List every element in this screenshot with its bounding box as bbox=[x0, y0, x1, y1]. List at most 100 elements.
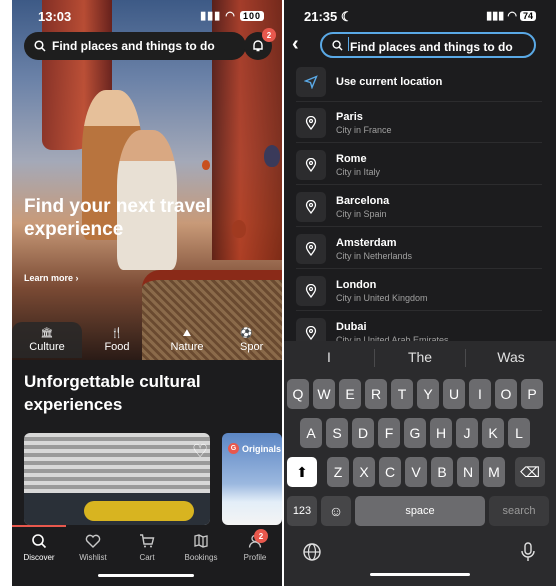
experience-card[interactable]: G Originals bbox=[222, 433, 282, 525]
key-w[interactable]: W bbox=[313, 379, 335, 409]
tab-label: Profile bbox=[243, 553, 267, 562]
key-i[interactable]: I bbox=[469, 379, 491, 409]
tab-label: Cart bbox=[139, 553, 155, 562]
key-j[interactable]: J bbox=[456, 418, 478, 448]
home-indicator bbox=[98, 574, 194, 577]
location-item-barcelona[interactable]: Barcelona City in Spain bbox=[296, 187, 542, 227]
cart-icon bbox=[140, 534, 155, 548]
category-label: Spor bbox=[240, 340, 264, 353]
key-a[interactable]: A bbox=[300, 418, 322, 448]
originals-logo: G bbox=[228, 443, 239, 454]
key-x[interactable]: X bbox=[353, 457, 375, 487]
tab-label: Wishlist bbox=[79, 553, 107, 562]
suggestion[interactable]: Was bbox=[466, 349, 556, 369]
back-button[interactable]: ‹ bbox=[292, 33, 312, 56]
emoji-key[interactable]: ☺ bbox=[321, 496, 351, 526]
learn-more-label: Learn more bbox=[24, 273, 74, 283]
microphone-icon[interactable] bbox=[520, 542, 536, 567]
location-sub: City in Spain bbox=[336, 208, 387, 219]
use-current-location[interactable]: Use current location bbox=[296, 62, 542, 102]
location-arrow-icon bbox=[296, 66, 326, 97]
key-s[interactable]: S bbox=[326, 418, 348, 448]
profile-badge: 2 bbox=[254, 529, 268, 543]
tab-bookings[interactable]: Bookings bbox=[174, 527, 228, 586]
key-z[interactable]: Z bbox=[327, 457, 349, 487]
map-pin-icon bbox=[296, 275, 326, 306]
key-n[interactable]: N bbox=[457, 457, 479, 487]
tab-cart[interactable]: Cart bbox=[120, 527, 174, 586]
tab-label: Bookings bbox=[184, 553, 218, 562]
location-item-paris[interactable]: Paris City in France bbox=[296, 103, 542, 143]
notifications-button[interactable]: 2 bbox=[244, 28, 276, 60]
space-key[interactable]: space bbox=[355, 496, 485, 526]
status-bar: 13:03 ▮▮▮ ◠ 100 bbox=[12, 0, 282, 30]
wifi-icon: ◠ bbox=[225, 10, 236, 22]
shift-icon: ⬆ bbox=[296, 463, 308, 480]
keyboard-suggestions: I The Was bbox=[284, 349, 556, 369]
status-time: 13:03 bbox=[38, 9, 72, 24]
suggestion[interactable]: I bbox=[284, 349, 374, 369]
key-row-2: A S D F G H J K L bbox=[300, 418, 530, 448]
utensils-icon: 🍴 bbox=[110, 327, 124, 339]
experience-card[interactable]: ♡ bbox=[24, 433, 210, 525]
key-k[interactable]: K bbox=[482, 418, 504, 448]
current-location-label: Use current location bbox=[336, 75, 443, 88]
category-culture[interactable]: 🏛 Culture bbox=[12, 322, 82, 358]
heart-icon bbox=[85, 534, 101, 548]
discover-screen: 13:03 ▮▮▮ ◠ 100 Find places and things t… bbox=[12, 0, 282, 586]
key-b[interactable]: B bbox=[431, 457, 453, 487]
key-d[interactable]: D bbox=[352, 418, 374, 448]
key-h[interactable]: H bbox=[430, 418, 452, 448]
category-nature[interactable]: ⛰ Nature bbox=[152, 322, 222, 358]
distant-balloon bbox=[232, 220, 246, 238]
moon-icon: ☾ bbox=[340, 9, 353, 24]
status-time: 21:35 ☾ bbox=[304, 9, 353, 24]
category-sports[interactable]: ⚽ Spor bbox=[222, 322, 282, 358]
location-item-london[interactable]: London City in United Kingdom bbox=[296, 271, 542, 311]
search-icon bbox=[32, 534, 47, 549]
key-o[interactable]: O bbox=[495, 379, 517, 409]
bottom-tab-bar: Discover Wishlist Cart Bookings Profile … bbox=[12, 527, 282, 586]
location-item-rome[interactable]: Rome City in Italy bbox=[296, 145, 542, 185]
heart-icon[interactable]: ♡ bbox=[192, 441, 208, 462]
tab-profile[interactable]: Profile 2 bbox=[228, 527, 282, 586]
search-input[interactable]: Find places and things to do bbox=[320, 32, 536, 58]
search-icon bbox=[332, 39, 343, 51]
key-l[interactable]: L bbox=[508, 418, 530, 448]
category-tabs: 🏛 Culture 🍴 Food ⛰ Nature ⚽ Spor bbox=[12, 322, 282, 358]
card-image-plane bbox=[84, 501, 194, 521]
shift-key[interactable]: ⬆ bbox=[287, 457, 317, 487]
wifi-icon: ◠ bbox=[507, 10, 517, 22]
numbers-key[interactable]: 123 bbox=[287, 496, 317, 526]
key-m[interactable]: M bbox=[483, 457, 505, 487]
key-y[interactable]: Y bbox=[417, 379, 439, 409]
key-p[interactable]: P bbox=[521, 379, 543, 409]
map-pin-icon bbox=[296, 233, 326, 264]
location-sub: City in Italy bbox=[336, 166, 381, 177]
search-icon bbox=[34, 40, 46, 52]
globe-icon[interactable] bbox=[302, 542, 322, 567]
key-g[interactable]: G bbox=[404, 418, 426, 448]
key-u[interactable]: U bbox=[443, 379, 465, 409]
key-q[interactable]: Q bbox=[287, 379, 309, 409]
category-food[interactable]: 🍴 Food bbox=[82, 322, 152, 358]
key-c[interactable]: C bbox=[379, 457, 401, 487]
key-f[interactable]: F bbox=[378, 418, 400, 448]
key-r[interactable]: R bbox=[365, 379, 387, 409]
tab-wishlist[interactable]: Wishlist bbox=[66, 527, 120, 586]
search-bar[interactable]: Find places and things to do bbox=[24, 32, 246, 60]
search-key[interactable]: search bbox=[489, 496, 549, 526]
tab-discover[interactable]: Discover bbox=[12, 527, 66, 586]
key-t[interactable]: T bbox=[391, 379, 413, 409]
key-e[interactable]: E bbox=[339, 379, 361, 409]
search-placeholder: Find places and things to do bbox=[52, 39, 215, 53]
home-indicator bbox=[370, 573, 470, 576]
location-name: Amsterdam bbox=[336, 236, 397, 249]
location-item-amsterdam[interactable]: Amsterdam City in Netherlands bbox=[296, 229, 542, 269]
search-screen: 21:35 ☾ ▮▮▮ ◠ 74 ‹ Find places and thing… bbox=[284, 0, 556, 586]
backspace-key[interactable]: ⌫ bbox=[515, 457, 545, 487]
suggestion[interactable]: The bbox=[375, 349, 465, 369]
location-name: London bbox=[336, 278, 377, 291]
key-v[interactable]: V bbox=[405, 457, 427, 487]
learn-more-link[interactable]: Learn more › bbox=[24, 273, 79, 283]
